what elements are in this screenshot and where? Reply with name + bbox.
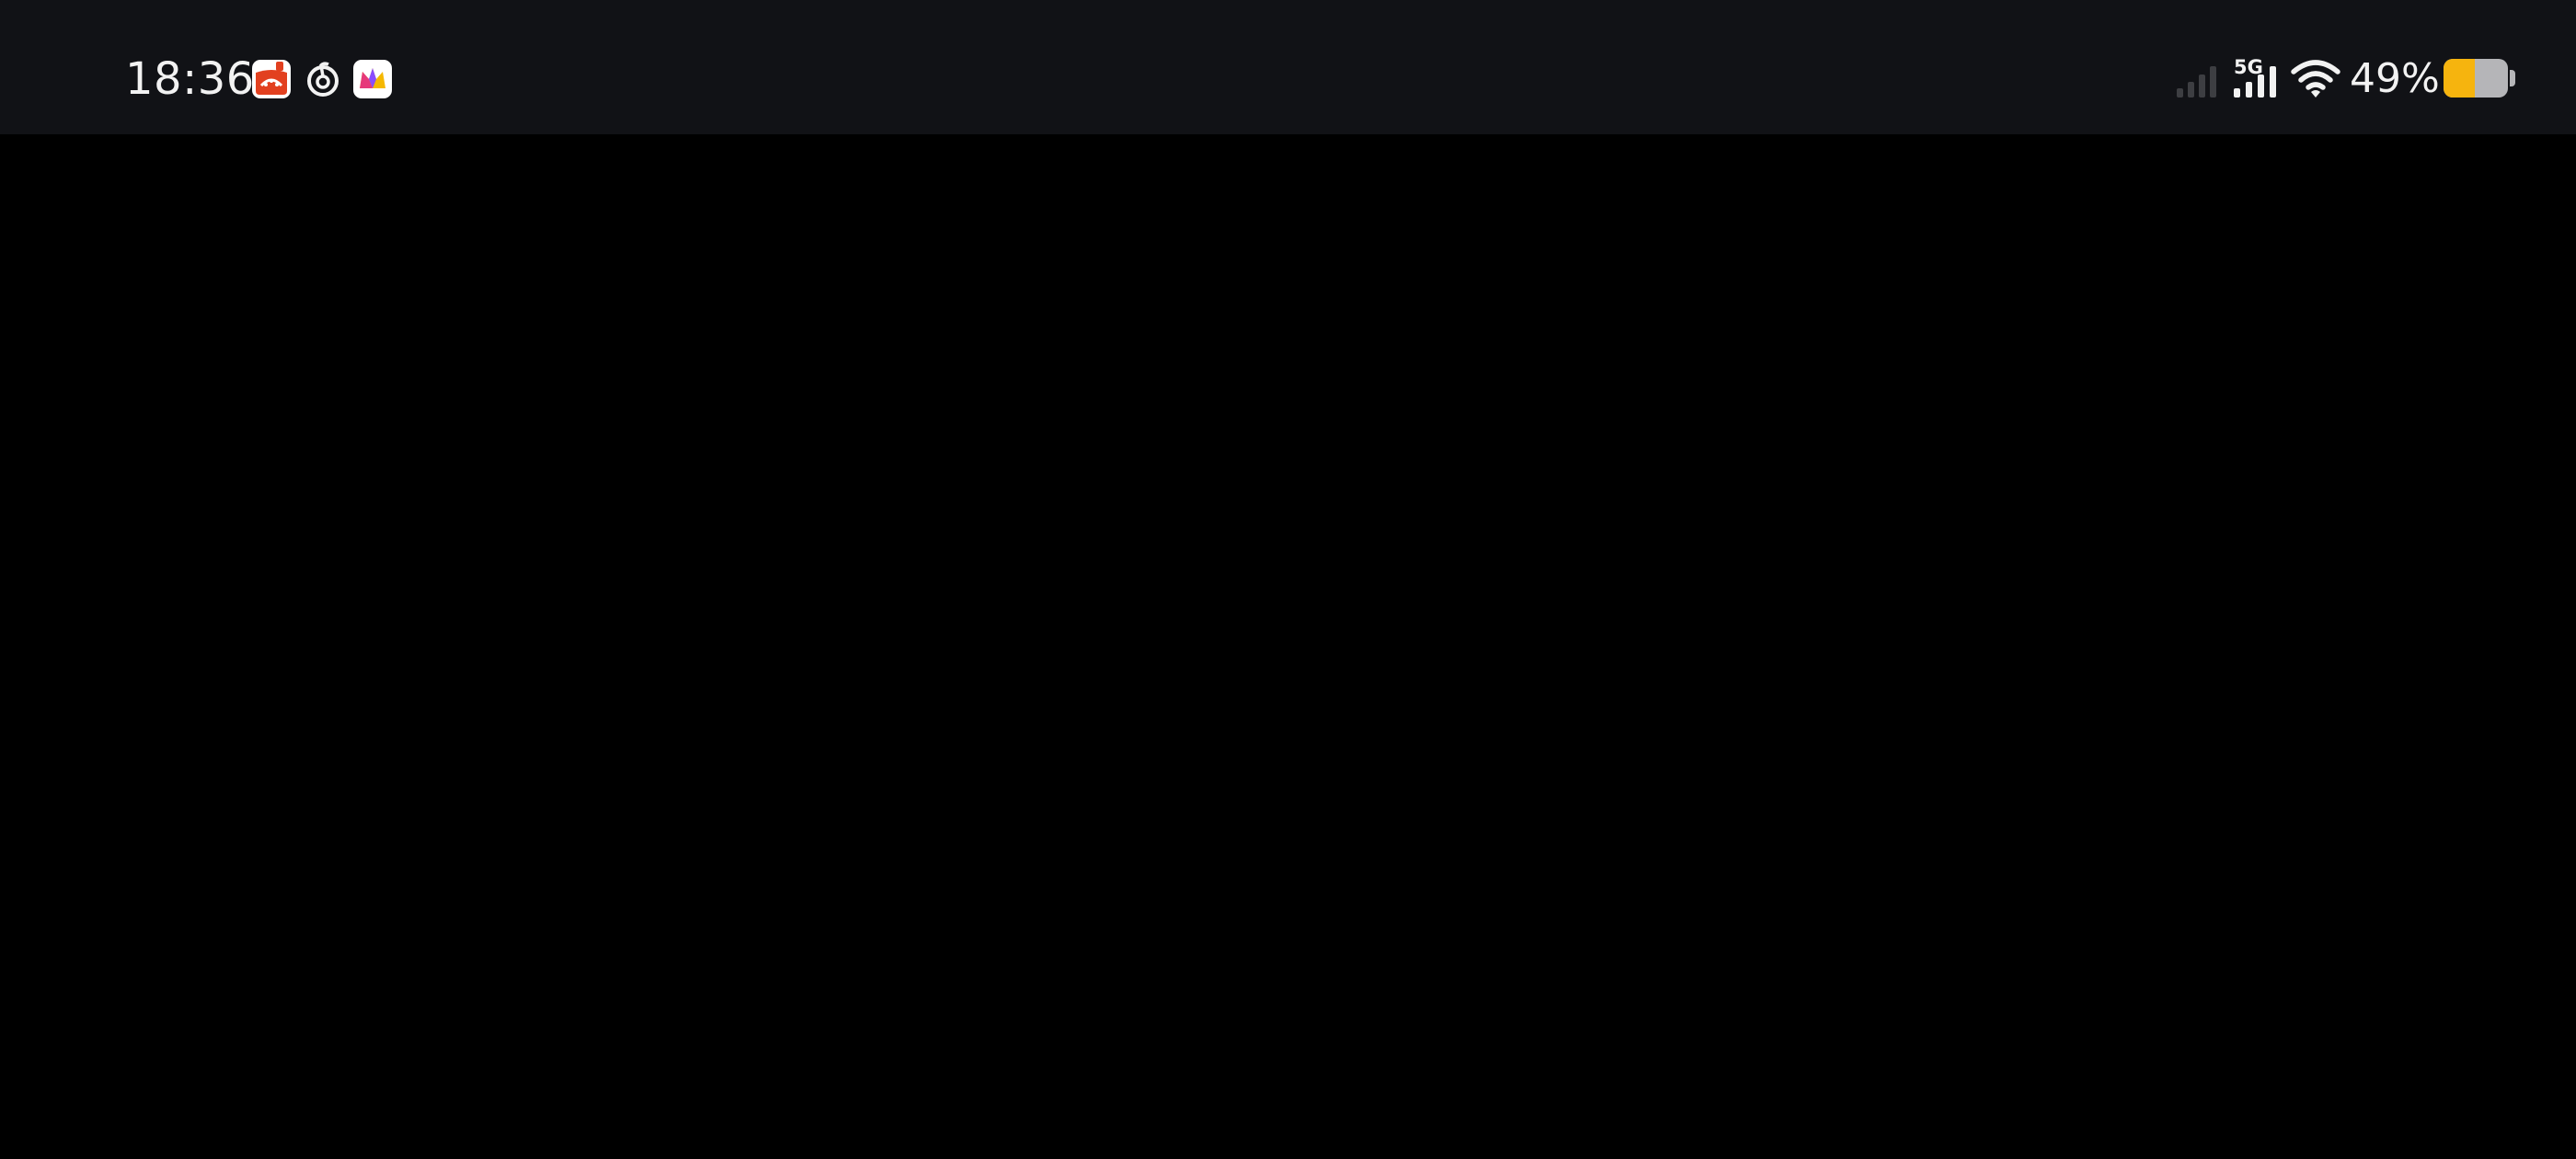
signal-full-icon	[2234, 64, 2280, 98]
battery-icon	[2444, 59, 2508, 98]
status-bar: 18:36 5G 49%	[0, 0, 2576, 134]
status-clock: 18:36	[125, 53, 255, 105]
crown-app-icon	[353, 60, 392, 98]
battery-level-fill	[2444, 59, 2476, 98]
netease-music-app-icon	[304, 60, 342, 98]
blank-content-area	[0, 134, 2576, 1159]
screen: 18:36 5G 49%	[0, 0, 2576, 1159]
signal-empty-icon	[2177, 64, 2221, 98]
battery-percent: 49%	[2350, 55, 2440, 102]
battery-cap	[2510, 70, 2515, 86]
wifi-icon	[2291, 57, 2340, 99]
shopping-bag-app-icon	[252, 60, 291, 98]
